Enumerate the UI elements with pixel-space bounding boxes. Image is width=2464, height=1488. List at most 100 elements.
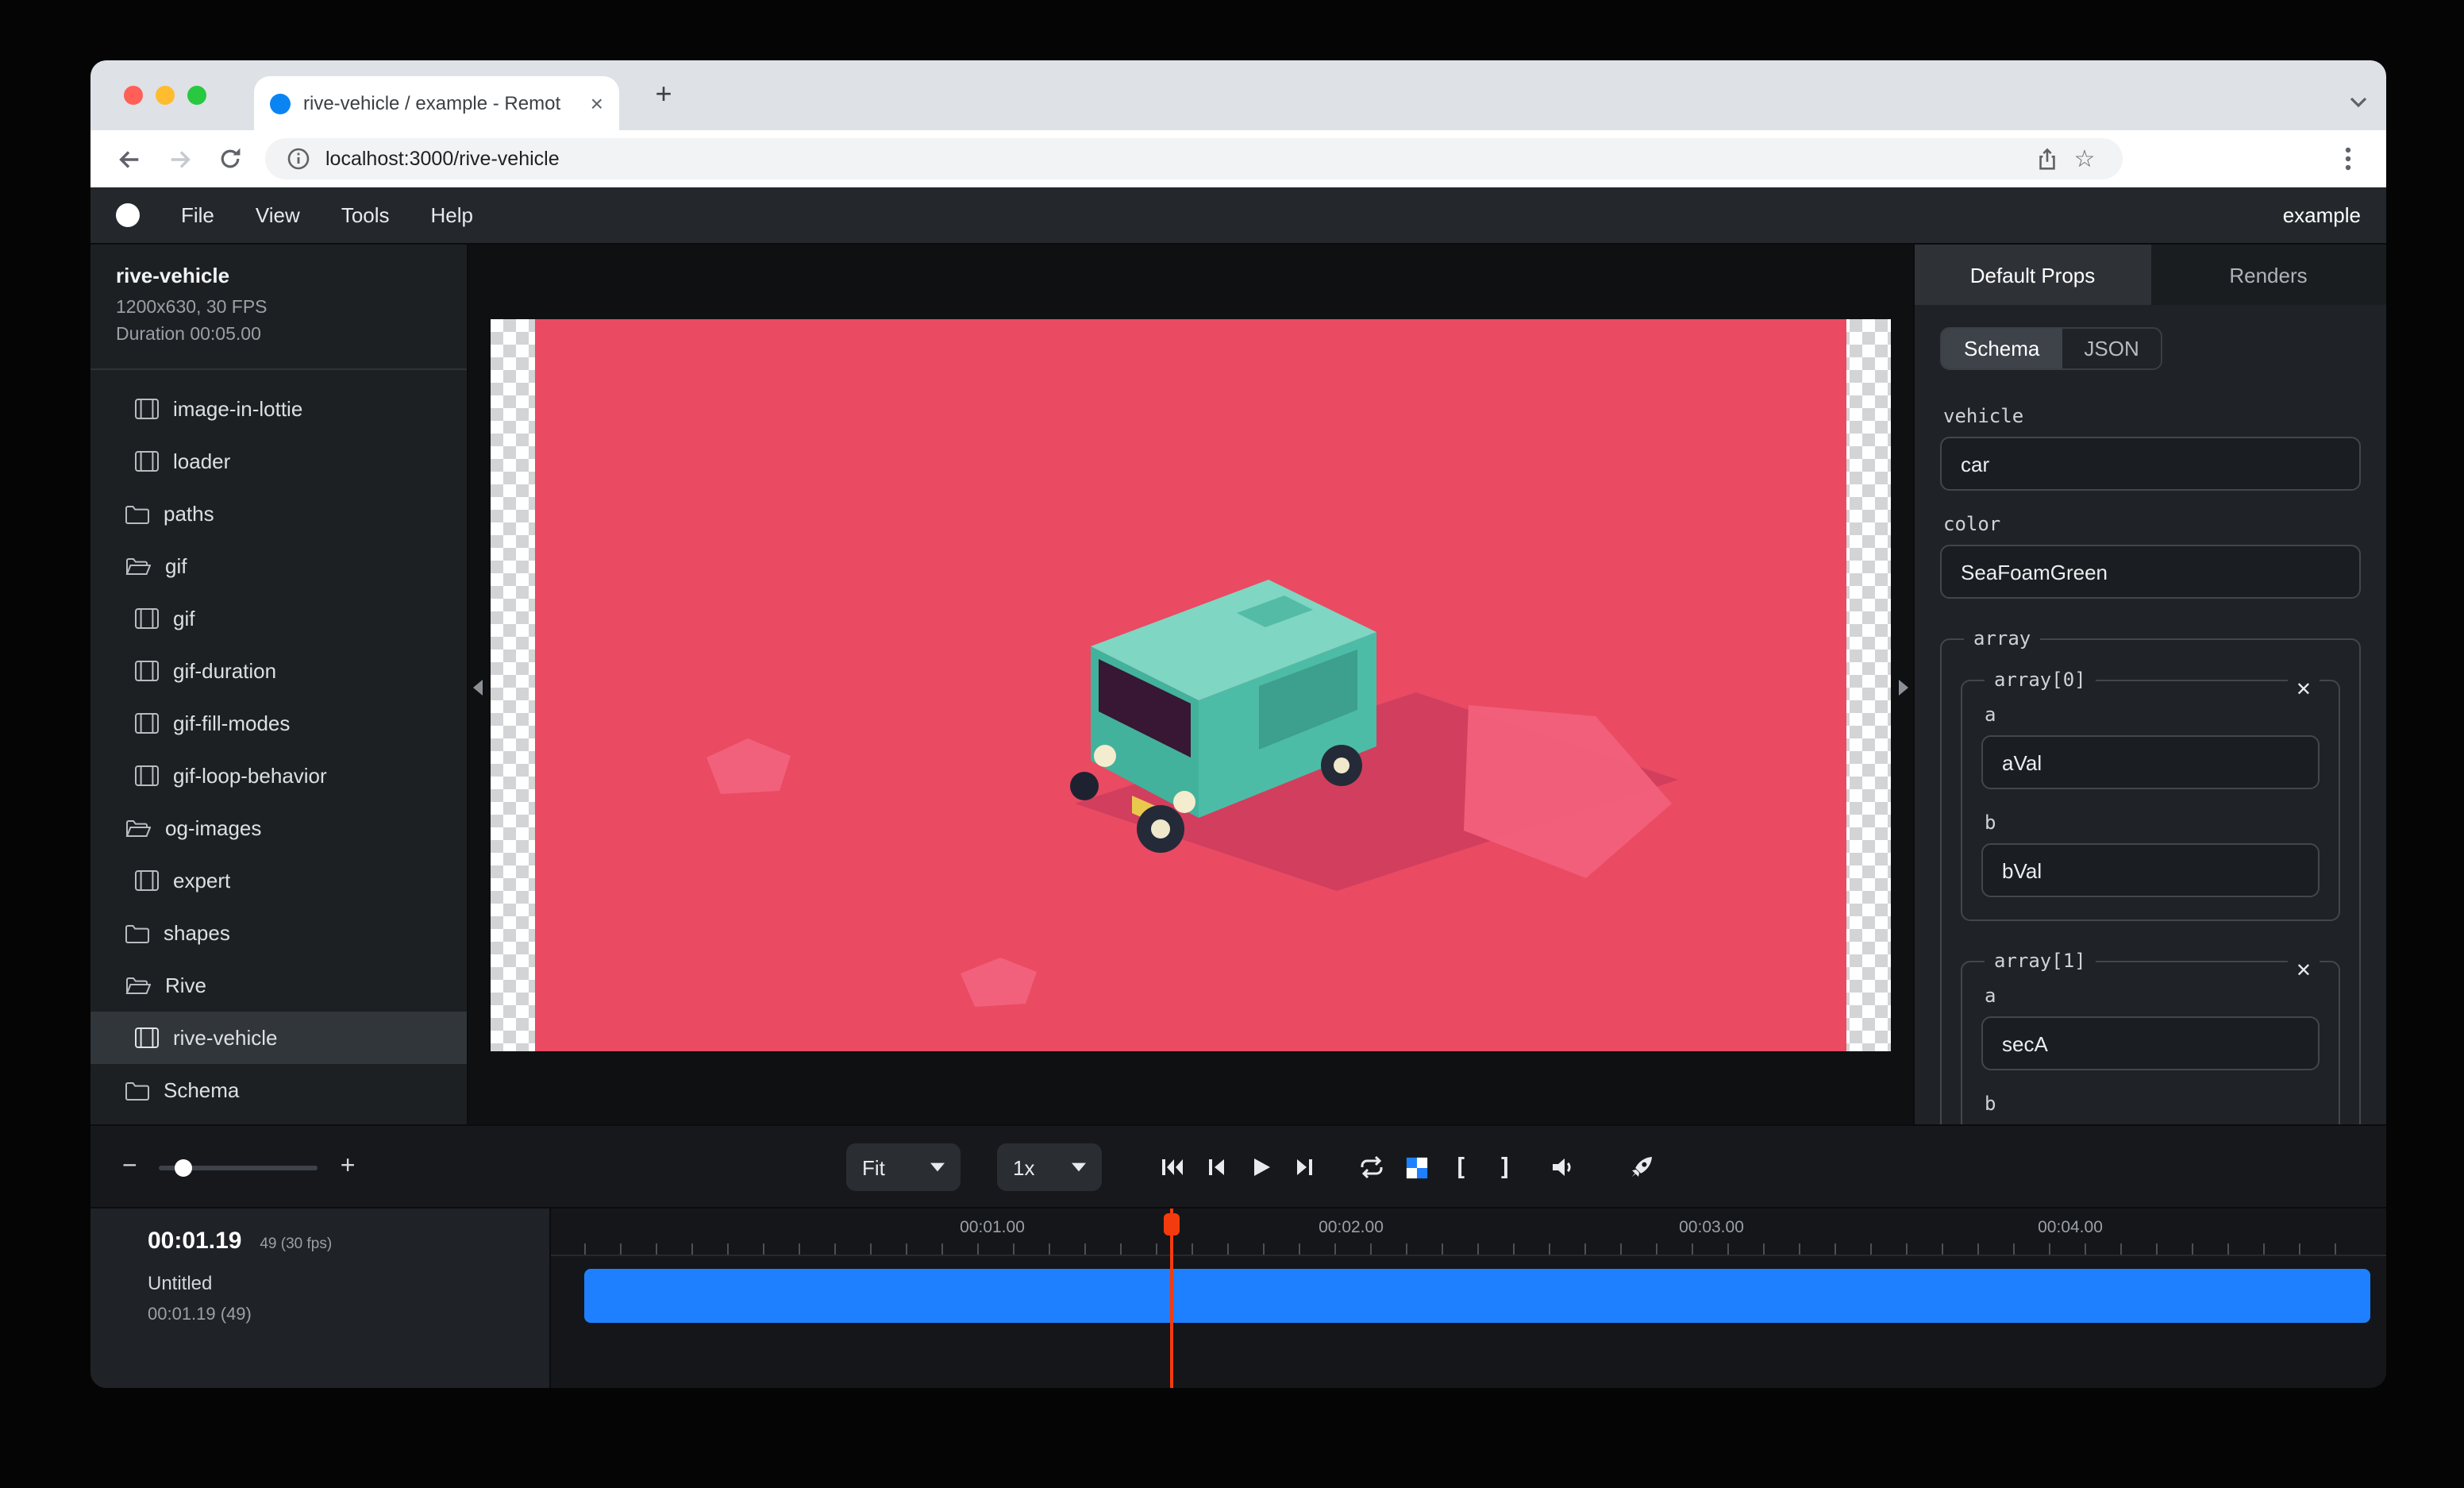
menu-item-view[interactable]: View [256, 203, 300, 227]
film-icon [135, 399, 159, 419]
track-time: 00:01.19 (49) [148, 1305, 549, 1324]
timeline-tracks-area[interactable]: 00:01.00 00:02.00 00:03.00 00:04.00 [551, 1209, 2386, 1388]
browser-window: rive-vehicle / example - Remot × + [90, 60, 2386, 1388]
tab-search-chevron-icon[interactable] [2350, 87, 2367, 116]
array1-a-input[interactable] [1981, 1016, 2320, 1070]
zoom-out-button[interactable]: − [122, 1155, 137, 1180]
playback-controls: Fit 1x [846, 1126, 1664, 1209]
traffic-light-zoom[interactable] [187, 86, 206, 105]
sidebar-item-expert[interactable]: expert [90, 854, 467, 907]
array0-a-input[interactable] [1981, 735, 2320, 789]
sidebar-item-gif-duration[interactable]: gif-duration [90, 645, 467, 697]
sidebar-item-label: image-in-lottie [173, 397, 302, 421]
tab-favicon-icon [270, 93, 291, 114]
composition-title: rive-vehicle [116, 264, 441, 287]
out-marker-button[interactable]: ] [1483, 1145, 1527, 1189]
sidebar-item-label: rive-vehicle [173, 1026, 278, 1050]
timeline-ruler[interactable]: 00:01.00 00:02.00 00:03.00 00:04.00 [551, 1209, 2386, 1256]
sidebar-item-gif-folder[interactable]: gif [90, 540, 467, 592]
play-button[interactable] [1238, 1145, 1283, 1189]
composition-canvas[interactable] [491, 318, 1891, 1050]
forward-button[interactable] [157, 137, 202, 181]
share-icon[interactable] [2029, 141, 2064, 176]
zoom-slider-knob[interactable] [175, 1158, 193, 1176]
sidebar-item-og-images[interactable]: og-images [90, 802, 467, 854]
sidebar-item-shapes[interactable]: shapes [90, 907, 467, 959]
zoom-slider[interactable] [160, 1165, 318, 1170]
chevron-down-icon [1072, 1162, 1086, 1172]
remotion-logo-icon[interactable] [116, 203, 140, 227]
menu-item-file[interactable]: File [181, 203, 214, 227]
array0-a-label: a [1985, 704, 2316, 726]
tab-default-props[interactable]: Default Props [1915, 245, 2150, 305]
chevron-down-icon [930, 1162, 945, 1172]
bookmark-star-icon[interactable]: ☆ [2067, 141, 2102, 176]
array0-b-input[interactable] [1981, 843, 2320, 897]
back-button[interactable] [106, 137, 151, 181]
color-input[interactable] [1940, 545, 2361, 599]
playhead-handle[interactable] [1164, 1213, 1180, 1236]
site-info-icon[interactable] [286, 146, 311, 172]
remove-array0-button[interactable]: ✕ [2288, 677, 2320, 702]
timeline-track-bar[interactable] [584, 1269, 2370, 1323]
subtab-json[interactable]: JSON [2062, 329, 2161, 368]
previous-frame-button[interactable] [1194, 1145, 1238, 1189]
collapse-sidebar-left-icon[interactable] [473, 675, 483, 704]
track-name[interactable]: Untitled [148, 1272, 549, 1294]
sidebar-item-gif-fill-modes[interactable]: gif-fill-modes [90, 697, 467, 750]
folder-icon [125, 1081, 149, 1100]
out-bracket-icon: ] [1498, 1153, 1512, 1182]
tab-close-icon[interactable]: × [591, 92, 603, 114]
remove-array1-button[interactable]: ✕ [2288, 958, 2320, 983]
array1-b-label: b [1985, 1093, 2316, 1115]
tab-strip: rive-vehicle / example - Remot × + [90, 60, 2386, 130]
loop-button[interactable] [1349, 1145, 1394, 1189]
sidebar-item-label: gif [173, 607, 194, 630]
browser-tab[interactable]: rive-vehicle / example - Remot × [254, 76, 619, 130]
sidebar-item-schema[interactable]: Schema [90, 1064, 467, 1116]
url-text[interactable]: localhost:3000/rive-vehicle [325, 148, 2027, 170]
fit-select[interactable]: Fit [846, 1143, 961, 1191]
subtab-schema[interactable]: Schema [1942, 329, 2062, 368]
sidebar-item-loader[interactable]: loader [90, 435, 467, 488]
film-icon [135, 661, 159, 681]
jump-to-start-button[interactable] [1149, 1145, 1194, 1189]
volume-button[interactable] [1540, 1145, 1584, 1189]
traffic-light-minimize[interactable] [156, 86, 175, 105]
sidebar-item-image-in-lottie[interactable]: image-in-lottie [90, 383, 467, 435]
jump-to-end-button[interactable] [1283, 1145, 1327, 1189]
traffic-light-close[interactable] [124, 86, 143, 105]
transparency-toggle-button[interactable] [1394, 1145, 1438, 1189]
sidebar-item-label: loader [173, 449, 230, 473]
playback-rate-select[interactable]: 1x [997, 1143, 1102, 1191]
quick-switcher-button[interactable] [1619, 1145, 1664, 1189]
transport-controls [1149, 1145, 1327, 1189]
in-marker-button[interactable]: [ [1438, 1145, 1483, 1189]
sidebar-item-label: paths [164, 502, 214, 526]
sidebar-item-gif-loop-behavior[interactable]: gif-loop-behavior [90, 750, 467, 802]
sidebar-item-label: shapes [164, 921, 230, 945]
sidebar-item-label: expert [173, 869, 230, 892]
collapse-sidebar-right-icon[interactable] [1899, 675, 1908, 704]
browser-menu-kebab-icon[interactable] [2326, 137, 2370, 181]
main-area: rive-vehicle 1200x630, 30 FPS Duration 0… [90, 245, 2386, 1124]
props-panel-body: Schema JSON vehicle color array array[0]… [1915, 305, 2386, 1124]
folder-open-icon [125, 557, 151, 576]
project-label: example [2283, 203, 2361, 227]
ruler-label: 00:01.00 [960, 1218, 1025, 1237]
address-bar[interactable]: localhost:3000/rive-vehicle ☆ [265, 138, 2123, 179]
folder-open-icon [125, 976, 151, 995]
sidebar-item-paths[interactable]: paths [90, 488, 467, 540]
sidebar-item-rive-vehicle[interactable]: rive-vehicle [90, 1012, 467, 1064]
zoom-in-button[interactable]: + [341, 1155, 356, 1180]
new-tab-button[interactable]: + [645, 76, 683, 114]
sidebar-item-gif[interactable]: gif [90, 592, 467, 645]
reload-button[interactable] [208, 137, 252, 181]
sidebar-item-rive-folder[interactable]: Rive [90, 959, 467, 1012]
previous-frame-icon [1203, 1155, 1229, 1180]
folder-icon [125, 923, 149, 943]
vehicle-input[interactable] [1940, 437, 2361, 491]
menu-item-tools[interactable]: Tools [341, 203, 390, 227]
menu-item-help[interactable]: Help [431, 203, 474, 227]
tab-renders[interactable]: Renders [2150, 245, 2386, 305]
